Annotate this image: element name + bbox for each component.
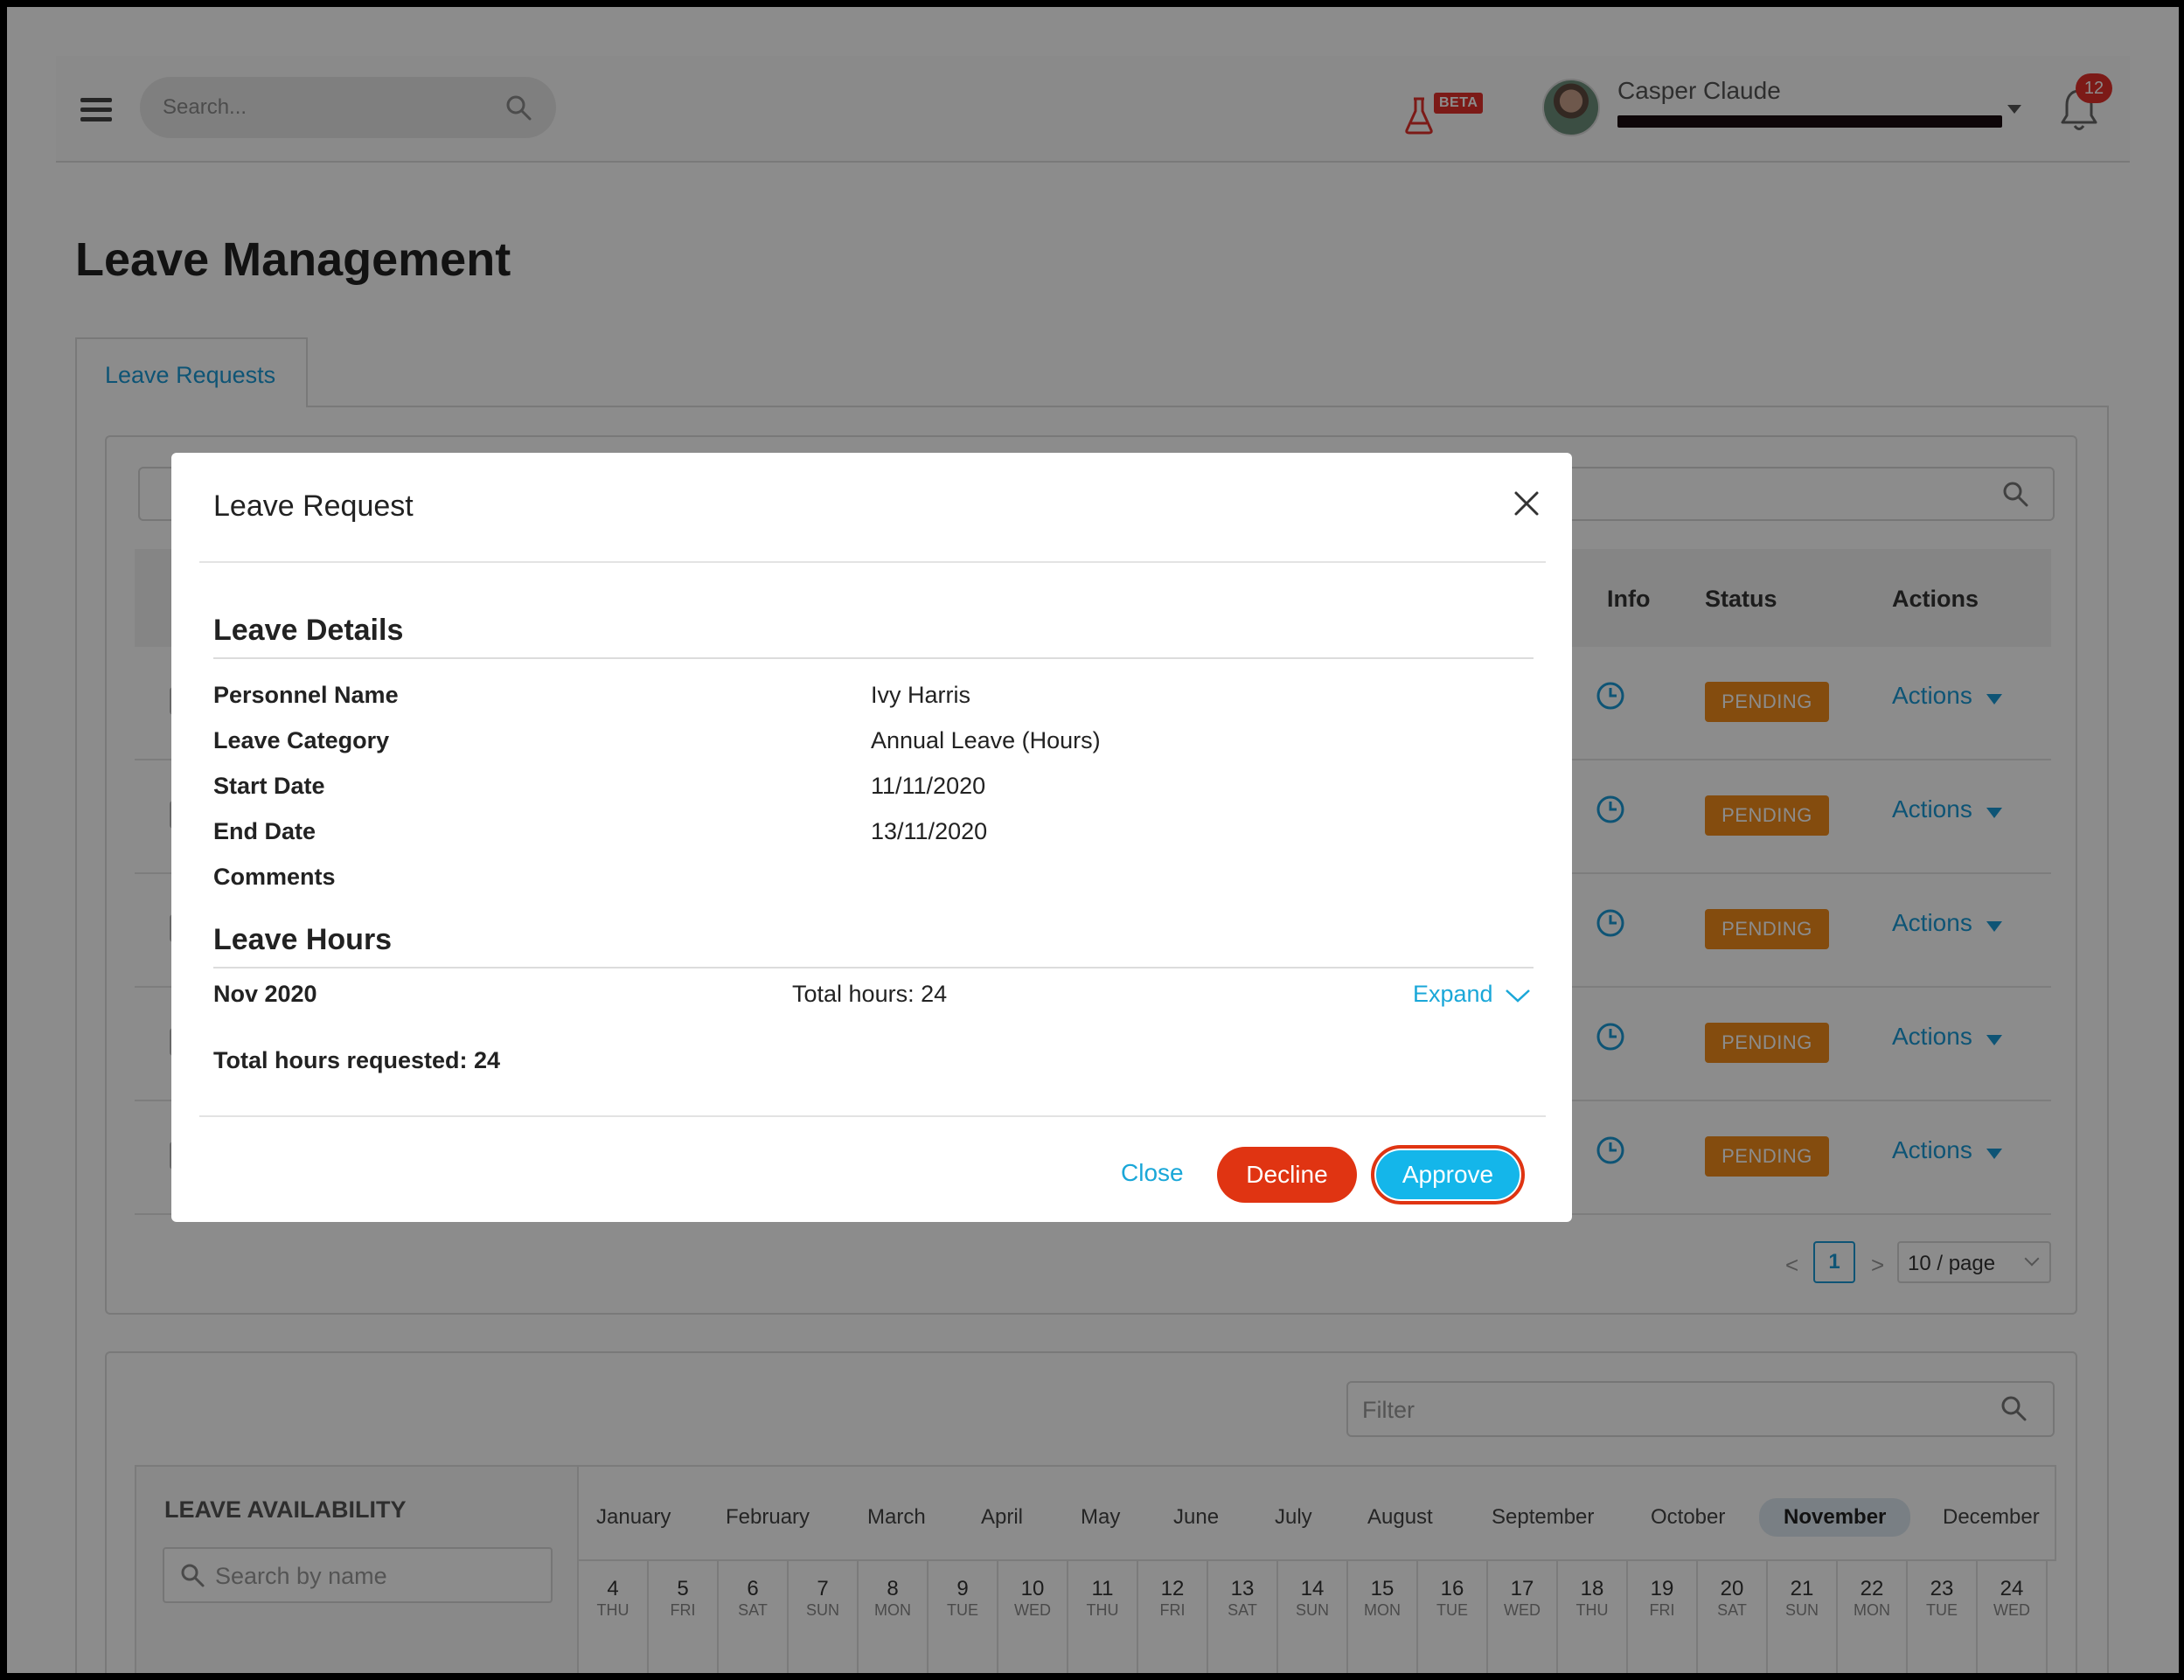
decline-button[interactable]: Decline xyxy=(1217,1147,1357,1203)
section-divider xyxy=(213,657,1534,659)
modal-footer-divider xyxy=(199,1115,1546,1117)
start-date-label: Start Date xyxy=(213,773,325,799)
month-label: Nov 2020 xyxy=(213,981,317,1007)
start-date-value: 11/11/2020 xyxy=(871,773,986,799)
personnel-name-label: Personnel Name xyxy=(213,682,399,708)
leave-category-value: Annual Leave (Hours) xyxy=(871,727,1101,753)
modal-header-divider xyxy=(199,561,1546,563)
leave-request-modal: Leave Request Leave Details Personnel Na… xyxy=(171,453,1572,1222)
end-date-label: End Date xyxy=(213,818,316,844)
modal-title: Leave Request xyxy=(213,489,414,523)
personnel-name-value: Ivy Harris xyxy=(871,682,970,708)
month-total-hours: Total hours: 24 xyxy=(792,981,948,1007)
total-hours-requested: Total hours requested: 24 xyxy=(213,1047,501,1073)
leave-details-title: Leave Details xyxy=(213,614,404,647)
section-divider xyxy=(213,967,1534,968)
leave-hours-title: Leave Hours xyxy=(213,923,393,956)
leave-category-label: Leave Category xyxy=(213,727,390,753)
end-date-value: 13/11/2020 xyxy=(871,818,988,844)
close-button[interactable]: Close xyxy=(1121,1159,1184,1187)
approve-button[interactable]: Approve xyxy=(1371,1145,1525,1204)
comments-label: Comments xyxy=(213,864,336,890)
chevron-down-icon[interactable] xyxy=(1504,986,1532,1005)
close-icon[interactable] xyxy=(1509,486,1544,521)
app-window: BETA Casper Claude 12 Leave Management L… xyxy=(7,7,2179,1673)
expand-link[interactable]: Expand xyxy=(1413,981,1493,1008)
